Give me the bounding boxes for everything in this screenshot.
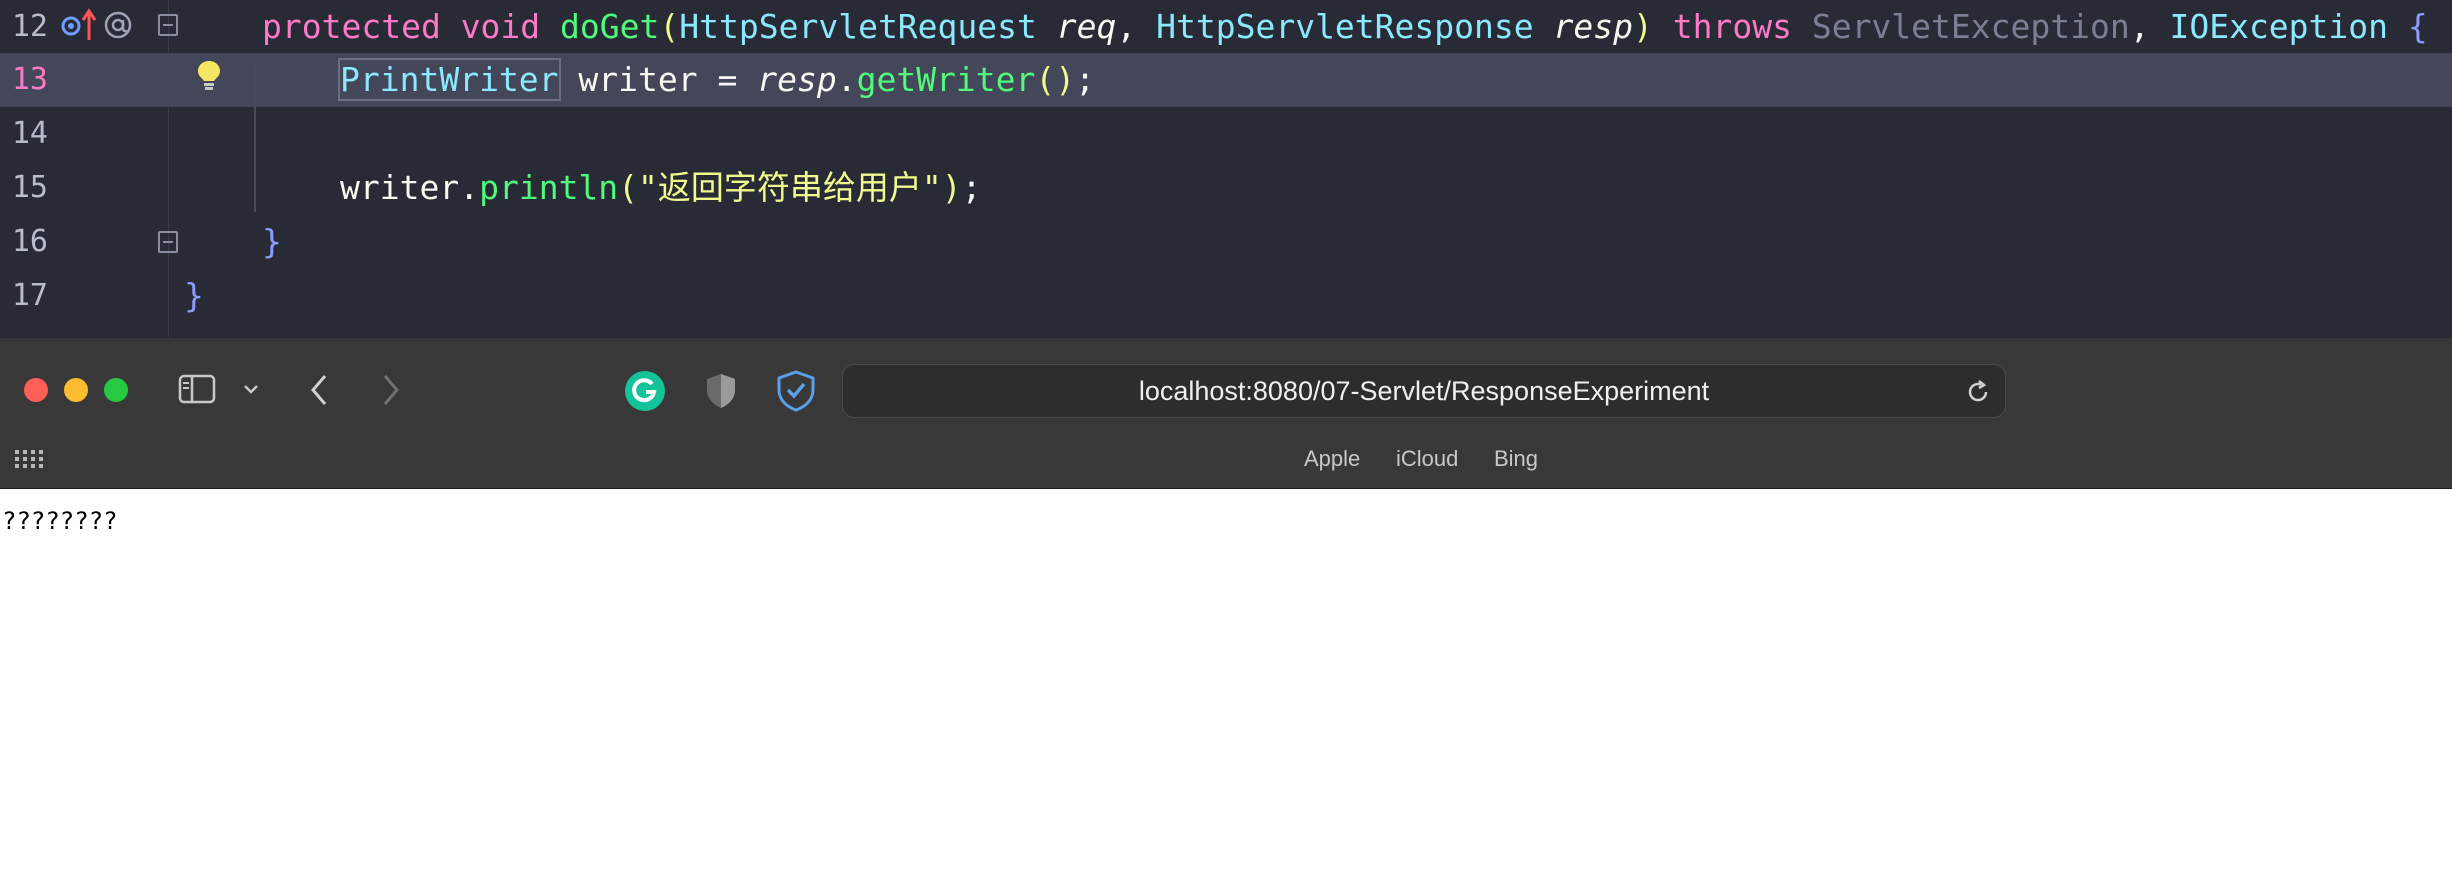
annotation-icon[interactable] — [102, 9, 134, 45]
line-number: 14 — [11, 116, 48, 151]
fold-end-icon[interactable] — [158, 231, 178, 253]
browser-toolbar: localhost:8080/07-Servlet/ResponseExperi… — [0, 337, 2452, 490]
close-window-icon[interactable] — [24, 378, 48, 402]
line-number: 13 — [11, 62, 48, 97]
code-line-17[interactable]: 17 } — [0, 269, 2452, 323]
favorite-icloud[interactable]: iCloud — [1396, 446, 1458, 472]
code-line-13[interactable]: 13 PrintWriter writer = resp.getWriter()… — [0, 53, 2452, 107]
code-line-12[interactable]: 12 protected void doGet(HttpServletReque… — [0, 0, 2452, 54]
override-icon[interactable] — [60, 15, 82, 41]
adguard-shield-icon[interactable] — [776, 370, 816, 416]
web-page-content: ???????? — [0, 489, 2452, 876]
sidebar-icon[interactable] — [178, 374, 216, 408]
code-editor[interactable]: 12 protected void doGet(HttpServletReque… — [0, 0, 2452, 337]
address-bar[interactable]: localhost:8080/07-Servlet/ResponseExperi… — [842, 364, 2006, 418]
forward-icon[interactable] — [380, 372, 402, 412]
code-line-15[interactable]: 15 writer.println("返回字符串给用户"); — [0, 161, 2452, 215]
code-text: } — [262, 222, 282, 261]
line-number: 17 — [11, 278, 48, 313]
line-number: 12 — [11, 9, 48, 44]
fold-icon[interactable] — [158, 14, 178, 36]
implementation-arrow-icon[interactable] — [81, 8, 97, 46]
code-text: writer.println("返回字符串给用户"); — [340, 168, 982, 207]
grammarly-icon[interactable] — [624, 370, 666, 416]
chevron-down-icon[interactable] — [242, 382, 260, 401]
response-text: ???????? — [2, 507, 118, 535]
privacy-shield-icon[interactable] — [704, 372, 738, 414]
grid-icon[interactable] — [14, 448, 44, 474]
code-line-16[interactable]: 16 } — [0, 215, 2452, 269]
code-text: } — [184, 276, 204, 315]
zoom-window-icon[interactable] — [104, 378, 128, 402]
intention-bulb-icon[interactable] — [194, 57, 224, 101]
favorite-apple[interactable]: Apple — [1304, 446, 1360, 472]
favorite-bing[interactable]: Bing — [1494, 446, 1538, 472]
code-text: PrintWriter writer = resp.getWriter(); — [338, 58, 1096, 101]
line-number: 16 — [11, 224, 48, 259]
code-text: protected void doGet(HttpServletRequest … — [262, 7, 2428, 46]
back-icon[interactable] — [308, 372, 330, 412]
url-text[interactable]: localhost:8080/07-Servlet/ResponseExperi… — [843, 365, 2005, 417]
code-line-14[interactable]: 14 — [0, 107, 2452, 161]
indent-guide — [254, 60, 256, 212]
line-number: 15 — [11, 170, 48, 205]
minimize-window-icon[interactable] — [64, 378, 88, 402]
reload-icon[interactable] — [1965, 379, 1991, 409]
